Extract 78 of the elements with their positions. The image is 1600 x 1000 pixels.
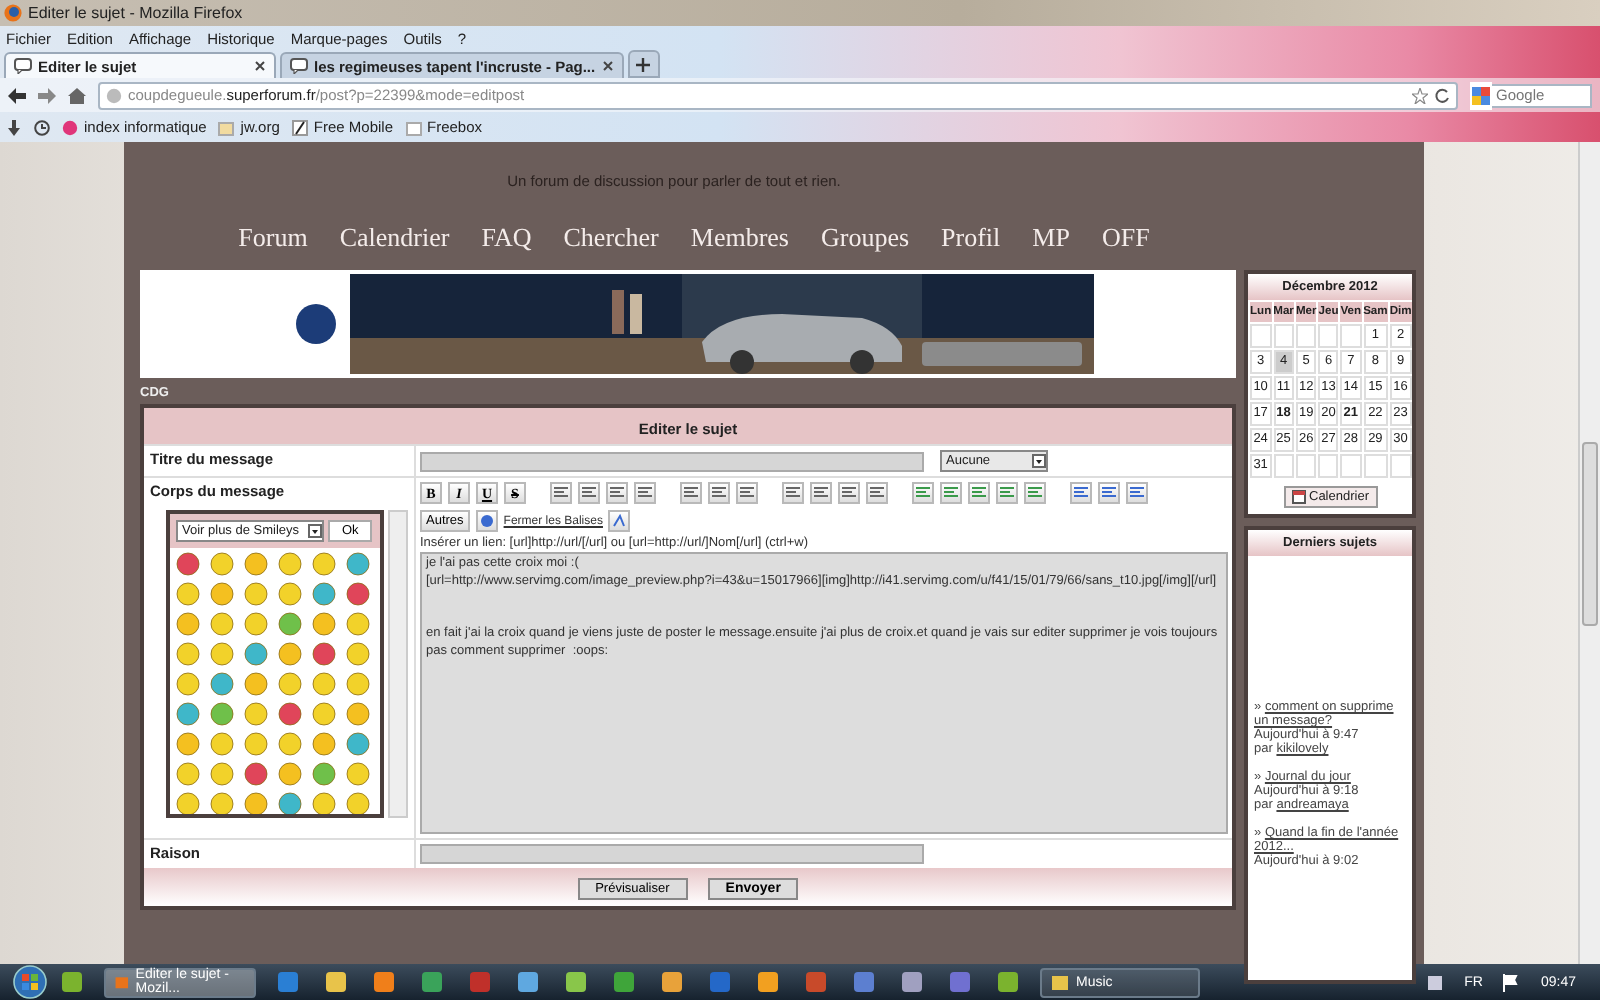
- app-icon[interactable]: [562, 968, 590, 996]
- app-icon[interactable]: [898, 968, 926, 996]
- star-icon: [1412, 87, 1428, 103]
- toolbar-button[interactable]: [736, 482, 758, 504]
- toolbar-button[interactable]: [912, 482, 934, 504]
- nav-link[interactable]: MP: [1032, 222, 1070, 254]
- subject-field[interactable]: [420, 451, 924, 471]
- toolbar-button[interactable]: [606, 482, 628, 504]
- app-icon[interactable]: [58, 968, 86, 996]
- toolbar-button[interactable]: [996, 482, 1018, 504]
- page-scrollbar[interactable]: [1578, 142, 1600, 964]
- nav-link[interactable]: Membres: [690, 222, 789, 254]
- toolbar-button[interactable]: [578, 482, 600, 504]
- app-icon[interactable]: [370, 968, 398, 996]
- folder-icon: [405, 119, 421, 135]
- clock-icon: [34, 119, 50, 135]
- caret-icon: [1032, 454, 1046, 468]
- toolbar-button[interactable]: [608, 510, 631, 532]
- toolbar-button[interactable]: [866, 482, 888, 504]
- toolbar-button[interactable]: [550, 482, 572, 504]
- toolbar-button[interactable]: [1070, 482, 1092, 504]
- empty-day-cell: [1318, 454, 1339, 478]
- close-icon: [601, 60, 614, 72]
- app-icon[interactable]: [610, 968, 638, 996]
- speech-bubble-icon: [290, 58, 308, 74]
- empty-day-cell: [1389, 454, 1412, 478]
- toolbar-button[interactable]: [810, 482, 832, 504]
- home-icon: [68, 87, 86, 103]
- app-icon[interactable]: [274, 968, 302, 996]
- nav-link[interactable]: Groupes: [821, 222, 910, 254]
- toolbar-button[interactable]: [782, 482, 804, 504]
- toolbar-button[interactable]: [708, 482, 730, 504]
- start-icon: [12, 964, 48, 1000]
- back-icon: [8, 87, 26, 103]
- toolbar-button[interactable]: [634, 482, 656, 504]
- nav-link[interactable]: Profil: [941, 222, 1001, 254]
- slash-icon: [291, 119, 308, 135]
- toolbar-button[interactable]: [838, 482, 860, 504]
- window-title: Editer le sujet - Mozilla Firefox: [28, 4, 243, 22]
- close-icon: [254, 60, 266, 72]
- app-icon[interactable]: [418, 968, 446, 996]
- caret-icon: [308, 524, 322, 538]
- app-icon[interactable]: [514, 968, 542, 996]
- plus-icon: [636, 57, 651, 71]
- toolbar-button[interactable]: [1098, 482, 1120, 504]
- forward-icon: [38, 87, 56, 103]
- nav-link[interactable]: Calendrier: [339, 222, 450, 254]
- nav-link[interactable]: FAQ: [481, 222, 532, 254]
- download-icon: [6, 119, 22, 135]
- app-icon[interactable]: [850, 968, 878, 996]
- speech-bubble-icon: [14, 58, 32, 74]
- scrollbar[interactable]: [388, 510, 408, 818]
- reload-icon: [1434, 87, 1450, 103]
- flag-icon: [1502, 973, 1521, 991]
- toolbar-button[interactable]: [968, 482, 990, 504]
- empty-day-cell: [1363, 454, 1388, 478]
- app-icon[interactable]: [754, 968, 782, 996]
- empty-day-cell: [1273, 454, 1294, 478]
- toolbar-button[interactable]: [940, 482, 962, 504]
- nav-link[interactable]: Chercher: [563, 222, 659, 254]
- reason-field[interactable]: [420, 844, 924, 864]
- network-icon: [1426, 973, 1445, 991]
- new-tab-button[interactable]: [627, 50, 660, 78]
- toolbar-button[interactable]: [680, 482, 702, 504]
- toolbar-button[interactable]: [1126, 482, 1148, 504]
- calendar-icon: [1291, 490, 1305, 504]
- nav-link[interactable]: Forum: [238, 222, 308, 254]
- toolbar-button[interactable]: [475, 510, 498, 532]
- empty-day-cell: [1295, 454, 1317, 478]
- folder-icon: [1050, 972, 1070, 992]
- empty-day-cell: [1340, 454, 1362, 478]
- app-icon[interactable]: [322, 968, 350, 996]
- toolbar-button[interactable]: [1024, 482, 1046, 504]
- folder-icon: [218, 119, 235, 135]
- app-icon[interactable]: [994, 968, 1022, 996]
- app-icon[interactable]: [658, 968, 686, 996]
- google-icon: [1470, 81, 1492, 109]
- nav-link[interactable]: OFF: [1101, 222, 1150, 254]
